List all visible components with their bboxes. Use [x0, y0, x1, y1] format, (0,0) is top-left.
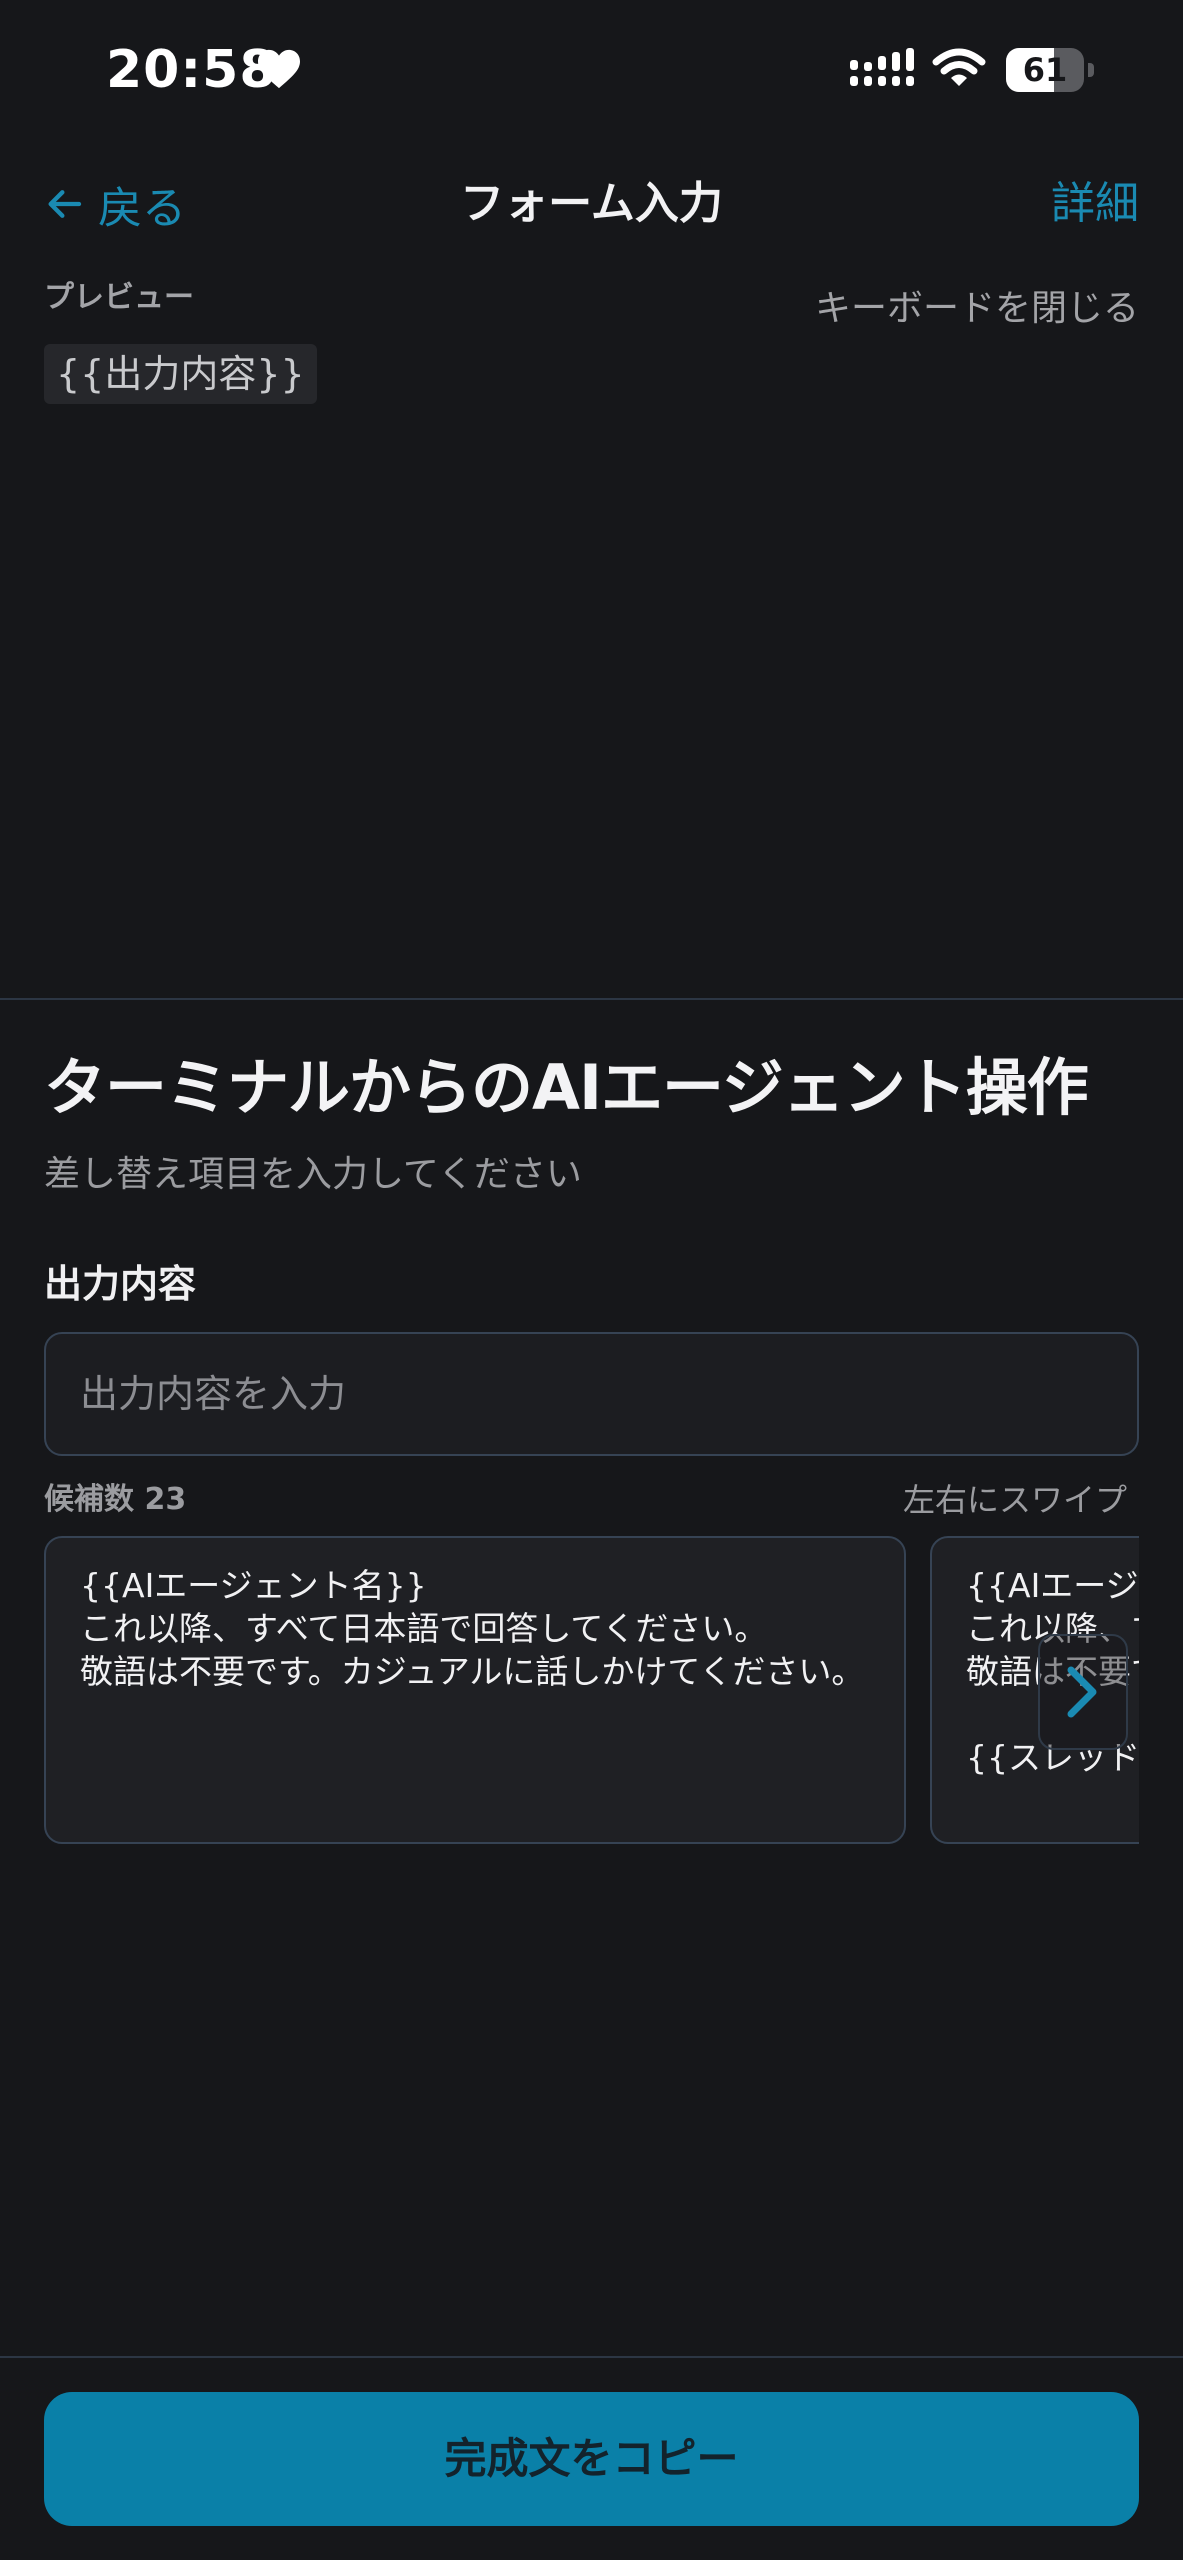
battery-body: 61	[1006, 48, 1084, 92]
close-keyboard-button[interactable]: キーボードを閉じる	[815, 284, 1139, 334]
battery-cap	[1088, 63, 1094, 77]
candidate-line: これ以降、すべて日本語で回答してください。	[80, 1609, 768, 1648]
output-content-label: 出力内容	[44, 1262, 197, 1306]
section-divider	[0, 998, 1183, 1000]
copy-completed-text-button[interactable]: 完成文をコピー	[44, 2392, 1139, 2526]
preview-placeholder-chip: {{出力内容}}	[44, 344, 317, 404]
carousel-next-button[interactable]	[1038, 1634, 1128, 1750]
swipe-hint: 左右にスワイプ	[902, 1481, 1127, 1519]
candidate-card[interactable]: {{AIエージェント名}} これ以降、すべて日本語で回答してください。 敬語は不…	[44, 1536, 906, 1844]
form-subtitle: 差し替え項目を入力してください	[44, 1154, 582, 1195]
detail-button[interactable]: 詳細	[1051, 172, 1139, 236]
screen: 20:58 61 戻る フォーム入力 詳細 プレビュー キーボードを閉じる {{…	[0, 0, 1183, 2560]
candidate-line: 敬語は不要です。カジュアルに話しかけてください。	[80, 1652, 865, 1691]
candidate-line: {{AIエージェント名}}	[966, 1566, 1139, 1605]
wifi-icon	[932, 48, 986, 86]
candidate-carousel[interactable]: {{AIエージェント名}} これ以降、すべて日本語で回答してください。 敬語は不…	[44, 1536, 1139, 1846]
status-time: 20:58	[106, 40, 277, 100]
preview-label: プレビュー	[44, 280, 194, 315]
output-content-input[interactable]	[44, 1332, 1139, 1456]
heart-icon	[258, 49, 300, 89]
candidate-count: 候補数 23	[44, 1482, 187, 1517]
footer-divider	[0, 2356, 1183, 2358]
battery-level: 61	[1022, 51, 1068, 89]
candidate-line: {{AIエージェント名}}	[80, 1566, 427, 1605]
chevron-right-icon	[1067, 1666, 1097, 1718]
form-title: ターミナルからのAIエージェント操作	[44, 1051, 1089, 1124]
signal-icon	[850, 48, 914, 86]
battery-icon: 61	[1006, 48, 1096, 92]
page-title: フォーム入力	[460, 178, 723, 229]
